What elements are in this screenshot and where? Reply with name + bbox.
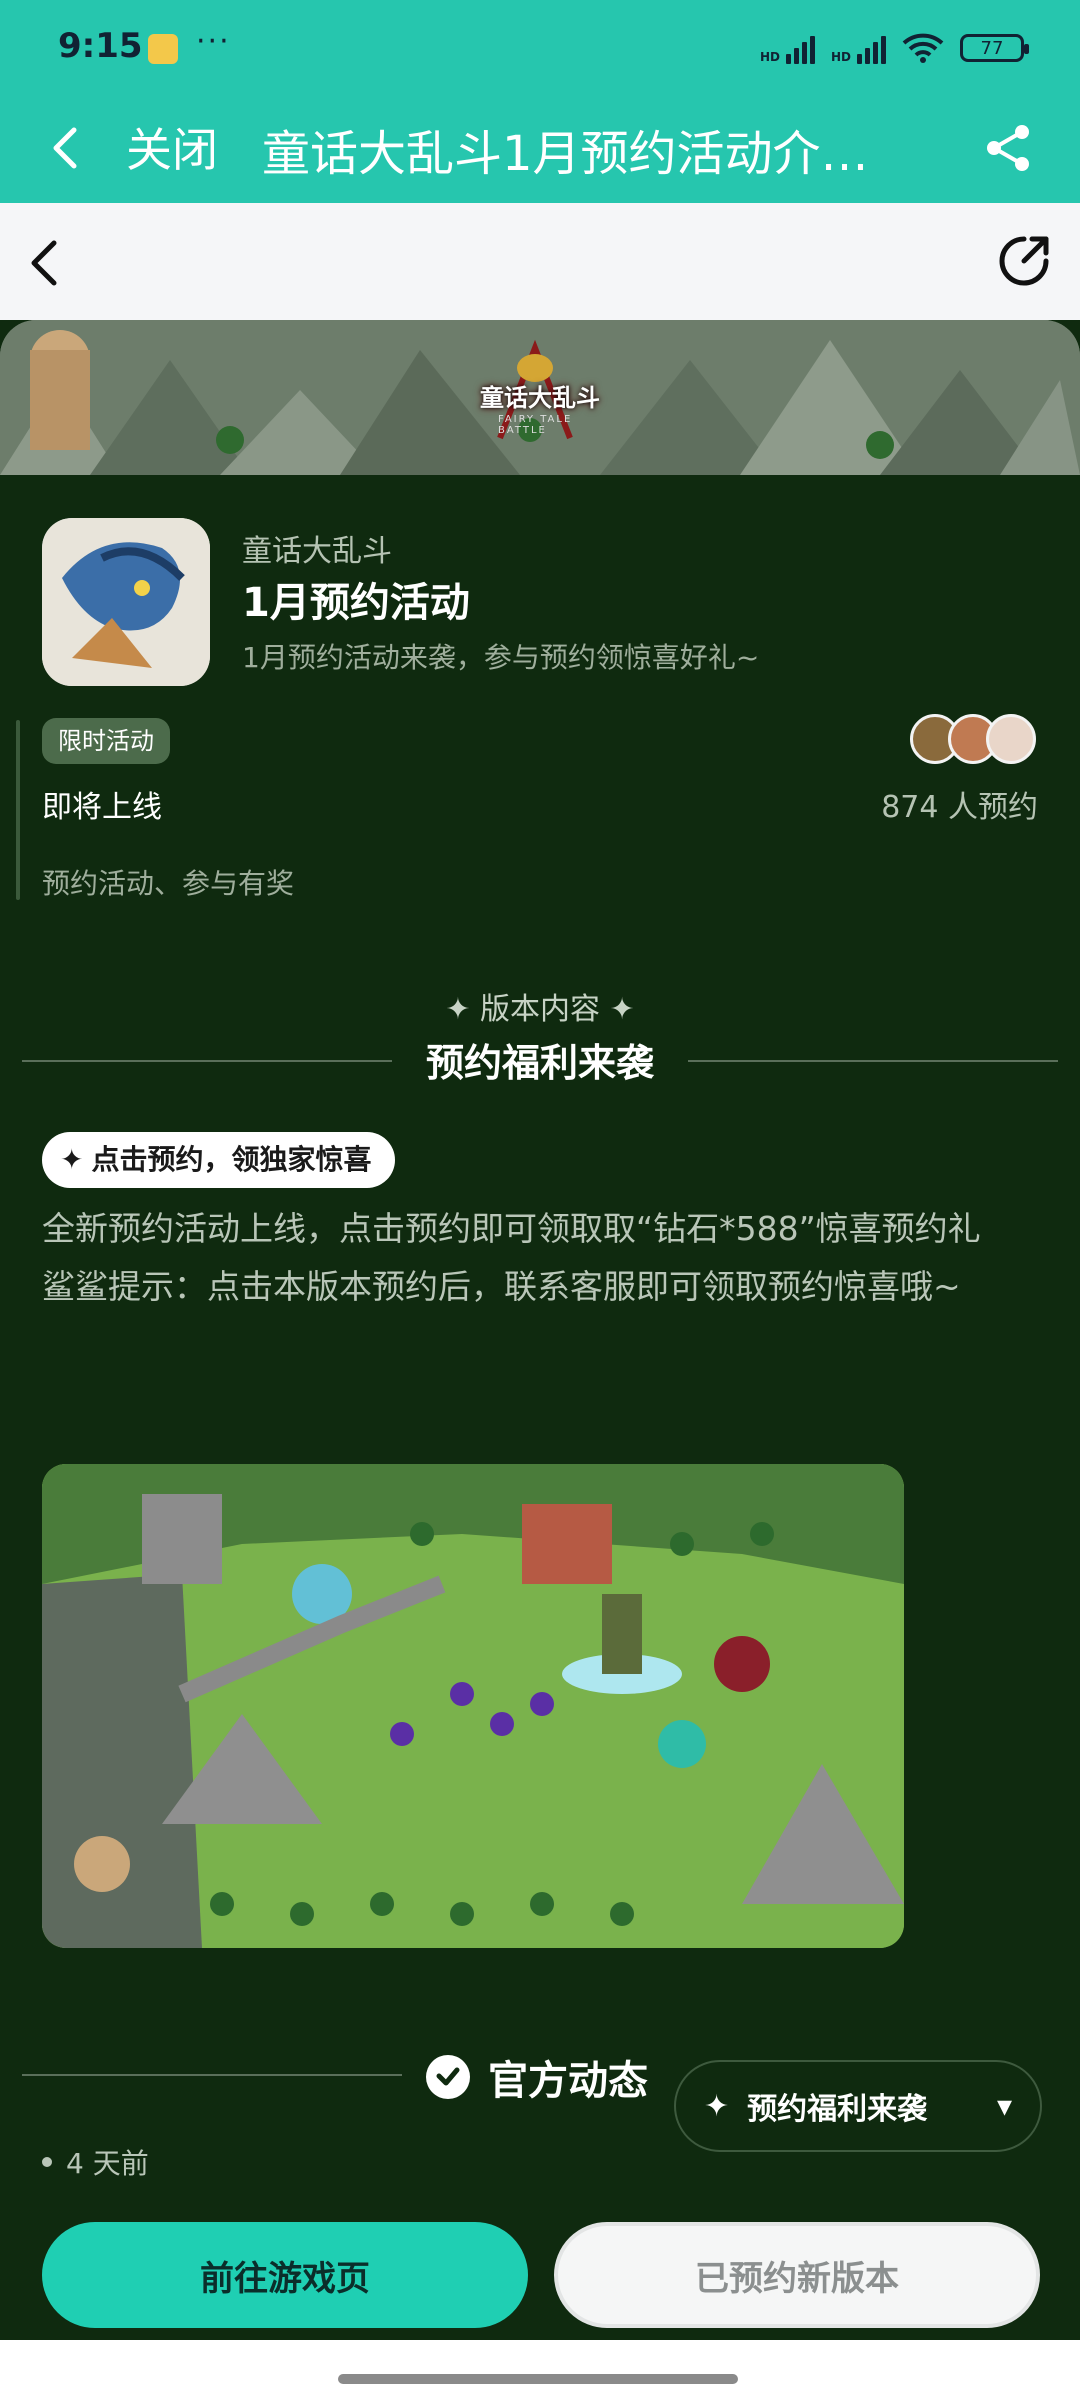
event-status: 即将上线 [42, 790, 162, 825]
divider [22, 2074, 402, 2076]
battery-icon: 77 [960, 34, 1029, 62]
status-bar: 9:15 ··· HD HD 77 [0, 0, 1080, 96]
highlight-text: 点击预约，领独家惊喜 [91, 1143, 372, 1176]
app-notification-icon [148, 34, 178, 64]
timestamp-text: 4 天前 [66, 2147, 149, 2180]
status-indicators: HD HD 77 [760, 26, 1029, 70]
wifi-icon [902, 33, 944, 63]
external-link-icon[interactable] [994, 231, 1054, 291]
hd-label-2: HD [830, 50, 851, 64]
event-title: 1月预约活动 [242, 580, 470, 626]
body-paragraph: 全新预约活动上线，点击预约即可领取取“钻石*588”惊喜预约礼 [42, 1209, 981, 1248]
gesture-bar-area [0, 2340, 1080, 2400]
event-description: 1月预约活动来袭，参与预约领惊喜好礼~ [242, 641, 760, 674]
sub-navigation [0, 203, 1080, 320]
reserved-version-button[interactable]: 已预约新版本 [554, 2222, 1040, 2328]
top-bar: 9:15 ··· HD HD 77 关闭 童话大乱斗1月预约活动介… [0, 0, 1080, 203]
section-subtitle: ✦ 版本内容 ✦ [445, 992, 635, 1027]
official-updates-title: 官方动态 [426, 2048, 648, 2106]
back-icon[interactable] [24, 233, 64, 293]
section-jump-dropdown[interactable]: ✦ 预约福利来袭 ▾ [674, 2060, 1042, 2152]
close-button[interactable]: 关闭 [126, 114, 218, 180]
shield-check-icon [426, 2055, 470, 2099]
share-icon[interactable] [980, 120, 1036, 176]
bullet-icon [42, 2157, 52, 2167]
event-info-divider [16, 720, 20, 900]
go-to-game-button[interactable]: 前往游戏页 [42, 2222, 528, 2328]
home-indicator[interactable] [338, 2374, 738, 2384]
hero-banner: 童话大乱斗 FAIRY TALE BATTLE [0, 320, 1080, 475]
limited-event-tag: 限时活动 [42, 718, 170, 764]
body-paragraph: 鲨鲨提示：点击本版本预约后，联系客服即可领取预约惊喜哦~ [42, 1267, 961, 1306]
section-jump-label: 预约福利来袭 [747, 2092, 928, 2127]
more-notifications-icon: ··· [196, 24, 231, 59]
back-icon[interactable] [46, 118, 86, 178]
reserved-users-avatars [910, 714, 1040, 768]
event-content: 童话大乱斗 FAIRY TALE BATTLE 童话大乱斗 1月预约活动 1月预… [0, 320, 1080, 2340]
signal-icon: HD [760, 32, 815, 64]
hd-label: HD [759, 50, 780, 64]
game-icon[interactable] [42, 518, 210, 686]
game-logo-subtitle: FAIRY TALE BATTLE [498, 414, 573, 436]
event-note: 预约活动、参与有奖 [42, 867, 295, 900]
dropdown-arrow-icon: ▾ [996, 2088, 1012, 2124]
sparkle-icon: ✦ [60, 1143, 84, 1176]
page-title: 童话大乱斗1月预约活动介… [262, 126, 869, 182]
signal-icon-2: HD [831, 32, 886, 64]
update-timestamp: 4 天前 [42, 2142, 149, 2182]
game-screenshot[interactable] [42, 1464, 904, 1948]
status-time: 9:15 [58, 26, 143, 66]
sparkle-icon: ✦ [704, 2088, 730, 2124]
event-body: 全新预约活动上线，点击预约即可领取取“钻石*588”惊喜预约礼 鲨鲨提示：点击本… [42, 1200, 1042, 1316]
avatar [986, 714, 1036, 764]
game-logo: 童话大乱斗 FAIRY TALE BATTLE [460, 338, 610, 448]
game-logo-text: 童话大乱斗 [480, 384, 600, 412]
game-name: 童话大乱斗 [242, 534, 392, 569]
official-title-text: 官方动态 [488, 2058, 648, 2104]
highlight-pill: ✦ 点击预约，领独家惊喜 [42, 1132, 396, 1188]
section-title: 预约福利来袭 [425, 1041, 654, 1085]
reserve-count: 874 人预约 [881, 790, 1038, 825]
title-bar: 关闭 童话大乱斗1月预约活动介… [0, 96, 1080, 203]
